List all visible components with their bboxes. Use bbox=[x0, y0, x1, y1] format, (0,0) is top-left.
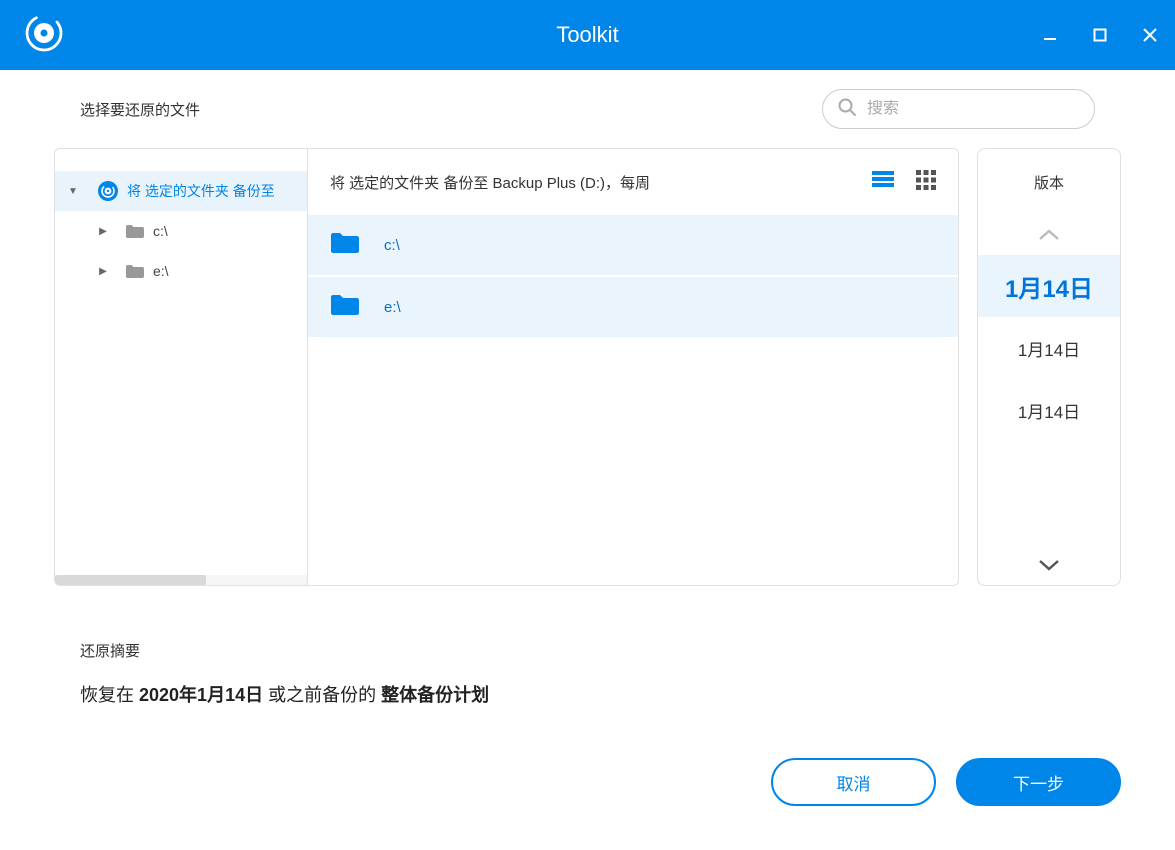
search-input[interactable] bbox=[867, 100, 1080, 118]
app-logo-icon bbox=[24, 13, 64, 58]
folder-icon bbox=[330, 293, 360, 322]
cancel-button[interactable]: 取消 bbox=[771, 758, 936, 806]
tree-item-drive-e[interactable]: ▶ e:\ bbox=[55, 251, 307, 291]
list-panel: 将 选定的文件夹 备份至 Backup Plus (D:)，每周 bbox=[307, 148, 959, 586]
window-maximize-button[interactable] bbox=[1075, 0, 1125, 70]
restore-summary: 还原摘要 恢复在 2020年1月14日 或之前备份的 整体备份计划 bbox=[80, 640, 1095, 707]
list-view-button[interactable] bbox=[872, 170, 894, 195]
summary-heading: 还原摘要 bbox=[80, 640, 1095, 661]
file-list-item[interactable]: c:\ bbox=[308, 215, 958, 275]
tree-item-backup-plan[interactable]: ▼ 将 选定的文件夹 备份至 bbox=[55, 171, 307, 211]
chevron-right-icon: ▶ bbox=[95, 266, 111, 277]
version-item[interactable]: 1月14日 bbox=[978, 255, 1120, 317]
search-icon bbox=[837, 97, 857, 122]
folder-icon bbox=[330, 231, 360, 260]
disc-icon bbox=[97, 180, 119, 202]
main-content: ▼ 将 选定的文件夹 备份至 ▶ c:\ ▶ bbox=[54, 148, 1121, 586]
search-box[interactable] bbox=[822, 89, 1095, 129]
tree-panel: ▼ 将 选定的文件夹 备份至 ▶ c:\ ▶ bbox=[54, 148, 307, 586]
window-minimize-button[interactable] bbox=[1025, 0, 1075, 70]
scrollbar-thumb[interactable] bbox=[55, 575, 206, 585]
versions-down-button[interactable] bbox=[978, 545, 1120, 585]
summary-plan: 整体备份计划 bbox=[381, 685, 489, 705]
folder-icon bbox=[125, 263, 145, 279]
tree-item-label: 将 选定的文件夹 备份至 bbox=[127, 181, 275, 201]
subheader: 选择要还原的文件 bbox=[0, 70, 1175, 148]
folder-icon bbox=[125, 223, 145, 239]
list-header: 将 选定的文件夹 备份至 Backup Plus (D:)，每周 bbox=[308, 149, 958, 215]
horizontal-scrollbar[interactable] bbox=[55, 575, 307, 585]
summary-pre: 恢复在 bbox=[80, 685, 139, 705]
versions-up-button[interactable] bbox=[978, 215, 1120, 255]
list-header-text: 将 选定的文件夹 备份至 Backup Plus (D:)，每周 bbox=[330, 172, 650, 193]
version-item[interactable]: 1月14日 bbox=[978, 317, 1120, 379]
subheader-title: 选择要还原的文件 bbox=[80, 99, 200, 120]
chevron-right-icon: ▶ bbox=[95, 226, 111, 237]
next-button[interactable]: 下一步 bbox=[956, 758, 1121, 806]
chevron-down-icon: ▼ bbox=[65, 186, 81, 197]
summary-mid: 或之前备份的 bbox=[263, 685, 381, 705]
window-title: Toolkit bbox=[556, 22, 618, 48]
tree-item-label: c:\ bbox=[153, 223, 168, 239]
version-item[interactable]: 1月14日 bbox=[978, 379, 1120, 441]
versions-panel: 版本 1月14日 1月14日 1月14日 bbox=[977, 148, 1121, 586]
grid-view-button[interactable] bbox=[916, 170, 936, 195]
versions-header: 版本 bbox=[978, 149, 1120, 215]
footer-actions: 取消 下一步 bbox=[771, 758, 1121, 806]
summary-date: 2020年1月14日 bbox=[139, 685, 263, 705]
window-close-button[interactable] bbox=[1125, 0, 1175, 70]
file-list-label: c:\ bbox=[384, 237, 400, 254]
tree-item-drive-c[interactable]: ▶ c:\ bbox=[55, 211, 307, 251]
file-list-item[interactable]: e:\ bbox=[308, 277, 958, 337]
file-list-label: e:\ bbox=[384, 299, 401, 316]
titlebar: Toolkit bbox=[0, 0, 1175, 70]
summary-detail: 恢复在 2020年1月14日 或之前备份的 整体备份计划 bbox=[80, 681, 1095, 707]
tree-item-label: e:\ bbox=[153, 263, 169, 279]
